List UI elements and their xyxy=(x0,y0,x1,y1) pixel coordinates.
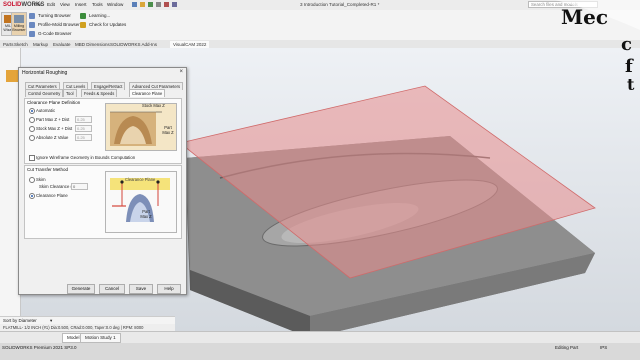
tab-clearance-plane[interactable]: Clearance Plane xyxy=(129,89,166,97)
quick-access-toolbar[interactable] xyxy=(130,1,190,9)
svg-text:f: f xyxy=(625,56,634,77)
absolute-z-input[interactable]: 0.25 xyxy=(75,134,92,141)
milling-browser-button[interactable]: Milling Browser xyxy=(11,12,27,36)
save-button[interactable]: Save xyxy=(129,284,153,294)
turning-browser-label: Turning Browser xyxy=(38,13,71,18)
product-version: SOLIDWORKS Premium 2021 SP3.0 xyxy=(2,345,77,350)
gcode-label: G-Code Browser xyxy=(38,31,72,36)
milling-browser-icon xyxy=(14,15,24,23)
tab-sketch[interactable]: Sketch xyxy=(11,41,31,48)
profile-mold-browser-button[interactable]: Profile-Mold Browser xyxy=(29,21,80,29)
close-icon[interactable]: × xyxy=(179,69,183,75)
check-updates-button[interactable]: Check for Updates xyxy=(80,21,126,29)
label-stock-max-z: Stock Max Z + Dist xyxy=(36,126,73,131)
radio-automatic[interactable] xyxy=(29,108,35,114)
profile-mold-label: Profile-Mold Browser xyxy=(38,22,80,27)
watermark-graphic: Mec c f t xyxy=(555,0,640,94)
menu-file[interactable]: File xyxy=(34,2,41,7)
help-button[interactable]: Help xyxy=(157,284,181,294)
updates-icon xyxy=(80,22,86,28)
svg-text:t: t xyxy=(627,75,635,90)
tab-solidworks-addins[interactable]: SOLIDWORKS Add-Ins xyxy=(107,41,160,48)
label-skim: Skim xyxy=(36,177,46,182)
menu-window[interactable]: Window xyxy=(107,2,123,7)
label-part-max-z: Part Max Z + Dist xyxy=(36,117,70,122)
learning-label: Learning... xyxy=(89,13,111,18)
tool-info: FLATMILL- 1/2 INCH (#1) Dia:0.500, CRad:… xyxy=(0,324,175,331)
label-automatic: Automatic xyxy=(36,108,56,113)
turning-browser-button[interactable]: Turning Browser xyxy=(29,12,71,20)
label-clearance-plane: Clearance Plane xyxy=(36,193,68,198)
profile-mold-icon xyxy=(29,22,35,28)
status-bar: SOLIDWORKS Premium 2021 SP3.0 Editing Pa… xyxy=(0,343,640,360)
cancel-button[interactable]: Cancel xyxy=(99,284,125,294)
gcode-browser-button[interactable]: G-Code Browser xyxy=(29,30,72,38)
updates-label: Check for Updates xyxy=(89,22,127,27)
generate-button[interactable]: Generate xyxy=(67,284,95,294)
menu-tools[interactable]: Tools xyxy=(92,2,103,7)
stock-max-z-dist-input[interactable]: 0.25 xyxy=(75,125,92,132)
menu-insert[interactable]: Insert xyxy=(75,2,87,7)
svg-text:c: c xyxy=(621,34,632,55)
transfer-group-title: Cut Transfer Method xyxy=(27,167,69,172)
label-absolute-z: Absolute Z Value xyxy=(36,135,69,140)
skim-clearance-input[interactable]: 0 xyxy=(71,183,88,190)
stock-max-z-label: Stock Max Z xyxy=(142,103,165,108)
edit-mode: Editing Part xyxy=(555,345,579,350)
learning-icon xyxy=(80,13,86,19)
tab-evaluate[interactable]: Evaluate xyxy=(50,41,74,48)
radio-clearance-plane[interactable] xyxy=(29,193,35,199)
sort-row[interactable]: Sort by Diameter ▾ xyxy=(0,316,175,324)
document-title: 3 Introduction Tutorial_Completed-R1 * xyxy=(300,2,380,7)
milling-browser-label: Milling Browser xyxy=(12,24,26,32)
svg-text:Mec: Mec xyxy=(561,5,608,29)
tab-markup[interactable]: Markup xyxy=(30,41,51,48)
ignore-wireframe-label: Ignore Wireframe Geometry in Bounds Comp… xyxy=(36,155,136,160)
tab-visualcam[interactable]: VisualCAM 2022 xyxy=(170,41,210,48)
radio-skim[interactable] xyxy=(29,177,35,183)
toolbar-icons xyxy=(132,2,177,7)
clearance-plane-picture-label: Clearance Plane xyxy=(125,177,156,182)
tab-control-geometry[interactable]: Control Geometry xyxy=(25,89,64,97)
horizontal-roughing-dialog: Horizontal Roughing × Cut Parameters Cut… xyxy=(18,67,187,295)
tab-motion-study[interactable]: Motion Study 1 xyxy=(80,333,121,343)
logo-brand: SOLID xyxy=(3,2,22,8)
sort-label: Sort by Diameter xyxy=(3,318,37,323)
dialog-title: Horizontal Roughing xyxy=(22,70,68,76)
radio-stock-max-z[interactable] xyxy=(29,126,35,132)
part-max-z-dist-input[interactable]: 0.25 xyxy=(75,116,92,123)
units[interactable]: IPS xyxy=(600,345,607,350)
tab-tool[interactable]: Tool xyxy=(63,89,77,97)
radio-part-max-z[interactable] xyxy=(29,117,35,123)
turning-browser-icon xyxy=(29,13,35,19)
menu-edit[interactable]: Edit xyxy=(47,2,55,7)
menu-view[interactable]: View xyxy=(60,2,70,7)
ignore-wireframe-checkbox[interactable] xyxy=(29,155,35,161)
gcode-icon xyxy=(29,31,35,37)
tab-feeds-speeds[interactable]: Feeds & Speeds xyxy=(81,89,118,97)
part-max-z-picture-label: Part Max Z xyxy=(140,209,152,219)
plane-group-title: Clearance Plane Definition xyxy=(27,100,81,105)
learning-button[interactable]: Learning... xyxy=(80,12,110,20)
channel-watermark: Mec c f t xyxy=(555,0,640,94)
radio-absolute-z[interactable] xyxy=(29,135,35,141)
part-max-z-label: Part Max Z xyxy=(162,125,174,135)
